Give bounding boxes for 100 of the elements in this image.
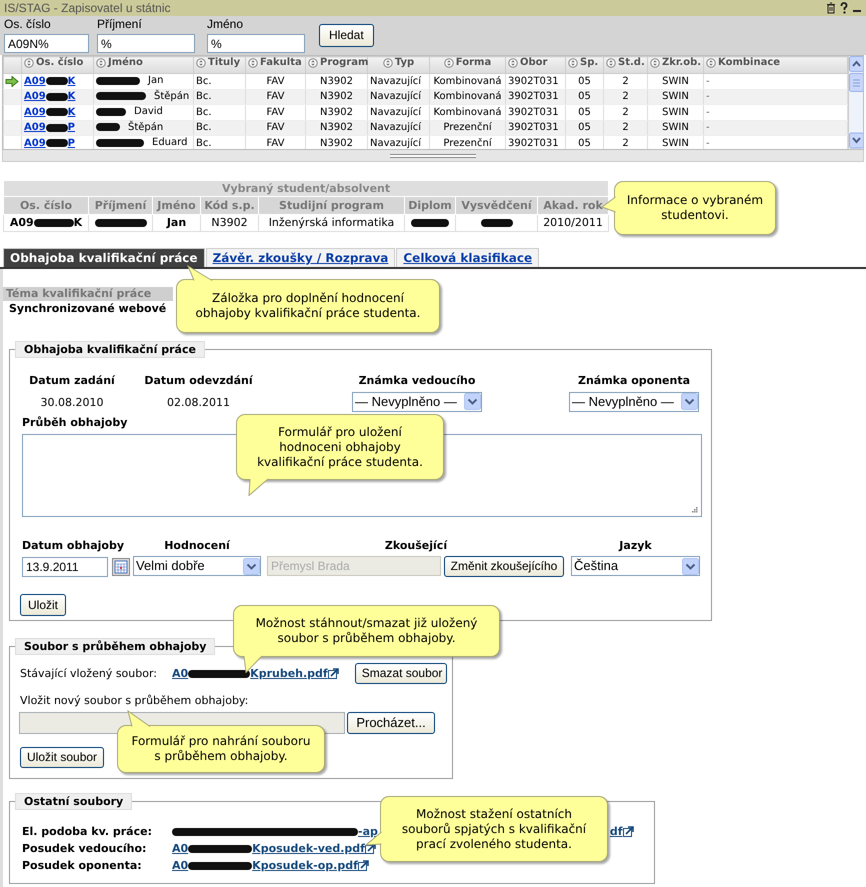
dropdown[interactable]: — Nevyplněno —: [569, 392, 699, 412]
table-cell: N3902: [211, 216, 248, 230]
field-label: Hodnocení: [163, 538, 231, 552]
table-cell: 3902T031: [508, 138, 559, 149]
tab[interactable]: Obhajoba kvalifikační práce: [3, 248, 205, 267]
table-cell: Navazující: [370, 122, 422, 134]
table-cell: [480, 216, 512, 230]
trash-icon[interactable]: [826, 2, 836, 14]
input-field[interactable]: %: [207, 34, 305, 53]
tab[interactable]: Závěr. zkoušky / Rozprava: [206, 248, 396, 267]
table-cell: 2: [622, 122, 629, 134]
table-cell: 05: [578, 106, 591, 118]
table-cell: Kombinovaná: [433, 106, 502, 118]
calendar-icon[interactable]: [112, 558, 130, 576]
help-tooltip: Možnost stažení ostatních souborů spjatých s kvalifikační prací zvoleného studenta.: [380, 796, 608, 862]
delete-file-button[interactable]: Smazat soubor: [354, 663, 447, 684]
dropdown[interactable]: — Nevyplněno —: [352, 392, 482, 412]
table-cell: David: [96, 105, 163, 118]
external-link-icon[interactable]: [328, 668, 339, 679]
table-cell: 2: [622, 138, 629, 149]
dropdown[interactable]: Velmi dobře: [133, 556, 261, 576]
tooltip-pointer: [601, 196, 616, 213]
table-cell: Prezenční: [443, 138, 492, 149]
column-header: Vysvědčení: [461, 198, 532, 212]
table-cell: Bc.: [196, 106, 212, 118]
table-cell: -: [706, 106, 710, 118]
column-header: Jméno: [157, 198, 196, 212]
table-cell: FAV: [266, 138, 284, 149]
table-cell: SWIN: [662, 138, 689, 149]
sort-icon[interactable]: [606, 58, 616, 68]
sort-icon[interactable]: [308, 58, 318, 68]
file-link[interactable]: A0 Kposudek-op.pdf: [172, 857, 358, 874]
table-cell: FAV: [266, 76, 284, 87]
sort-icon[interactable]: [248, 58, 258, 68]
table-cell: N3902: [320, 138, 353, 149]
table-cell: FAV: [266, 91, 284, 102]
field-label: El. podoba kv. práce:: [22, 824, 153, 840]
tooltip-pointer: [127, 710, 151, 728]
date-field[interactable]: 13.9.2011: [22, 556, 108, 577]
section-title: Soubor s průběhem obhajoby: [15, 638, 216, 655]
sort-icon[interactable]: [706, 58, 716, 68]
browse-button[interactable]: Procházet...: [347, 712, 435, 734]
sort-icon[interactable]: [196, 58, 206, 68]
input-field[interactable]: %: [97, 34, 195, 53]
table-cell: 2: [622, 91, 629, 102]
table-cell: [411, 216, 449, 230]
section-title: Ostatní soubory: [15, 793, 132, 810]
sort-icon[interactable]: [24, 58, 34, 68]
table-cell: N3902: [320, 106, 353, 118]
field-label: Stávající vložený soubor:: [20, 666, 158, 680]
table-cell: Štěpán: [96, 120, 164, 134]
table-cell: Bc.: [196, 122, 212, 134]
table-cell: Navazující: [370, 76, 422, 87]
sort-icon[interactable]: [508, 58, 518, 68]
external-link-icon[interactable]: [622, 826, 634, 837]
field-label: Datum obhajoby: [22, 538, 125, 552]
field-label: Posudek vedoucího:: [22, 841, 148, 857]
tooltip-pointer: [187, 265, 213, 282]
resize-grip-icon[interactable]: [691, 506, 698, 512]
table-cell: 05: [578, 76, 591, 87]
file-link[interactable]: df: [610, 823, 623, 840]
column-header: Kód s.p.: [204, 198, 255, 212]
field-label: Datum odevzdání: [144, 374, 253, 388]
sort-icon[interactable]: [650, 58, 660, 68]
table-cell: -: [706, 76, 710, 87]
table-cell: Prezenční: [443, 122, 492, 134]
splitter-handle[interactable]: [390, 154, 476, 158]
table-cell: Štěpán: [96, 90, 190, 102]
file-link[interactable]: A0 Kprubeh.pdf: [172, 666, 328, 680]
file-link[interactable]: -ap: [172, 823, 378, 840]
sort-icon[interactable]: [444, 58, 454, 68]
field-value: Synchronizované webové: [8, 301, 166, 317]
table-cell: Jan: [166, 216, 186, 230]
section-title: Vybraný student/absolvent: [222, 182, 390, 195]
table-cell: SWIN: [662, 122, 689, 134]
search-button[interactable]: Hledat: [319, 24, 374, 47]
scrollbar[interactable]: [848, 56, 863, 149]
sort-icon[interactable]: [568, 58, 578, 68]
field-label: Zkoušející: [384, 538, 448, 552]
file-link[interactable]: A0 Kposudek-ved.pdf: [172, 840, 365, 857]
table-cell: 2: [622, 76, 629, 87]
save-button[interactable]: Uložit: [20, 594, 66, 616]
external-link-icon[interactable]: [364, 843, 376, 854]
input-field[interactable]: A09N%: [4, 34, 89, 53]
dropdown[interactable]: Čeština: [571, 556, 700, 576]
table-cell: -: [706, 138, 710, 149]
table-cell: Bc.: [196, 91, 212, 102]
sort-icon[interactable]: [382, 58, 393, 68]
sort-icon[interactable]: [96, 58, 106, 68]
tab[interactable]: Celková klasifikace: [396, 248, 540, 267]
help-icon[interactable]: [840, 2, 848, 14]
table-cell: 05: [578, 91, 591, 102]
table-cell: N3902: [320, 91, 353, 102]
table-cell: Bc.: [196, 138, 212, 149]
help-tooltip: Možnost stáhnout/smazat již uložený soubor s průběhem obhajoby.: [233, 605, 500, 657]
external-link-icon[interactable]: [358, 860, 369, 871]
upload-file-button[interactable]: Uložit soubor: [20, 746, 104, 768]
column-header: Os. číslo: [20, 198, 72, 212]
table-cell: SWIN: [662, 76, 689, 87]
field-label: Příjmení: [97, 17, 143, 33]
